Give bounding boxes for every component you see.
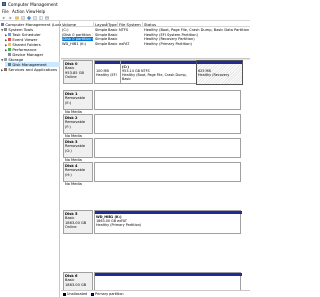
column-header-volume[interactable]: Volume — [61, 21, 94, 27]
disk-info[interactable]: Disk 1 Removable (E:) No Media — [63, 90, 93, 114]
disk-row-4: Disk 4 Removable (H:) No Media — [61, 162, 250, 186]
column-header-file-system[interactable]: File System — [118, 21, 143, 27]
properties-icon[interactable] — [21, 15, 25, 20]
disk-type: Removable (E:) — [65, 96, 86, 105]
disk-row-1: Disk 1 Removable (E:) No Media — [61, 90, 250, 114]
disk-row-5: Disk 5 Basic 1863.00 GB Online WD_HIB1 (… — [61, 210, 250, 236]
disk-info[interactable]: Disk 3 Removable (G:) No Media — [63, 138, 93, 162]
disk-partitions — [94, 162, 241, 182]
computer-icon — [1, 23, 5, 27]
disk-icon — [8, 63, 12, 67]
disk-type: Removable (F:) — [65, 120, 86, 129]
partition-status: Healthy (Recovery — [198, 73, 230, 77]
legend: Unallocated Primary partition — [61, 290, 250, 297]
disk-info[interactable]: Disk 6 Basic 1863.00 GB — [63, 272, 93, 290]
disk-partitions: WD_HIB1 (K:) 1863.00 GB exFAT Healthy (P… — [94, 210, 242, 234]
disk-partitions — [94, 114, 241, 134]
event-icon — [8, 38, 12, 42]
tree-item-services-applications[interactable]: ▶ Services and Applications — [1, 67, 60, 72]
disk-map: Disk 0 Basic 953.85 GB Online 100 MB Hea… — [61, 60, 250, 290]
column-header-layout[interactable]: Layout — [94, 21, 108, 27]
clock-icon — [8, 33, 12, 37]
partition-status: Healthy (Boot, Page File, Crash Dump, Ba… — [122, 73, 187, 82]
disk-info[interactable]: Disk 4 Removable (H:) No Media — [63, 162, 93, 186]
toolbar: ? — [0, 14, 250, 21]
legend-unallocated: Unallocated — [67, 292, 88, 297]
disk-partitions: 100 MB Healthy (EFI (C:) 953.14 GB NTFS … — [94, 60, 242, 85]
show-hide-icon[interactable] — [39, 15, 43, 20]
disk-partitions — [94, 138, 241, 158]
partition-wd-hib1[interactable]: WD_HIB1 (K:) 1863.00 GB exFAT Healthy (P… — [95, 211, 242, 234]
primary-partition-swatch — [91, 293, 94, 296]
help-icon[interactable]: ? — [27, 15, 31, 20]
volume-layout: Simple — [95, 42, 107, 47]
disk-type: Removable (G:) — [65, 144, 86, 153]
disk-row-2: Disk 2 Removable (F:) No Media — [61, 114, 250, 138]
volume-file-system: exFAT — [119, 42, 130, 47]
volume-name: WD_HIB1 (K:) — [62, 42, 87, 47]
partition-efi[interactable]: 100 MB Healthy (EFI — [95, 61, 121, 85]
disk-row-3: Disk 3 Removable (G:) No Media — [61, 138, 250, 162]
disk-partitions — [94, 90, 241, 110]
computer-management-icon — [2, 2, 6, 6]
forward-icon[interactable] — [8, 16, 12, 20]
column-header-type[interactable]: Type — [107, 21, 118, 27]
title-bar: Computer Management — [0, 0, 250, 8]
unallocated-swatch — [63, 293, 66, 296]
disk-info[interactable]: Disk 5 Basic 1863.00 GB Online — [63, 210, 93, 234]
folder-icon — [8, 43, 12, 47]
disk-size: 1863.00 GB — [65, 282, 87, 287]
tools-icon — [4, 28, 8, 32]
disk-status: No Media — [65, 181, 82, 186]
disk-status: Online — [65, 75, 77, 80]
partition-disk6[interactable] — [95, 273, 242, 291]
disk-type: Removable (H:) — [65, 168, 86, 177]
legend-primary-partition: Primary partition — [95, 292, 124, 297]
chart-icon — [8, 48, 12, 52]
partition-status: Healthy (Primary Partition) — [96, 223, 142, 228]
volume-type: Basic — [108, 42, 118, 47]
disk-info[interactable]: Disk 2 Removable (F:) No Media — [63, 114, 93, 138]
settings-icon[interactable] — [45, 15, 49, 20]
disk-status: Online — [65, 225, 77, 230]
partition-c-drive[interactable]: (C:) 953.14 GB NTFS Healthy (Boot, Page … — [121, 61, 197, 85]
services-icon — [4, 68, 8, 72]
window-title: Computer Management — [8, 1, 58, 7]
disk-info[interactable]: Disk 0 Basic 953.85 GB Online — [63, 60, 93, 84]
refresh-icon[interactable] — [33, 15, 37, 20]
volume-row[interactable]: WD_HIB1 (K:) Simple Basic exFAT Healthy … — [61, 42, 250, 47]
disk-row-0: Disk 0 Basic 953.85 GB Online 100 MB Hea… — [61, 60, 250, 86]
partition-cap — [95, 273, 242, 276]
console-tree: Computer Management (Local) ▼ System Tool… — [0, 21, 65, 297]
volume-list-header: Volume Layout Type File System Status — [61, 21, 250, 27]
disk-partitions — [94, 272, 242, 291]
back-icon[interactable] — [2, 16, 6, 20]
column-header-status[interactable]: Status — [143, 22, 250, 27]
tree-item-label: Services and Applications — [8, 67, 58, 72]
partition-recovery[interactable]: 625 MB Healthy (Recovery — [196, 60, 242, 85]
storage-icon — [4, 58, 8, 62]
volume-status: Healthy (Primary Partition) — [144, 42, 192, 47]
device-icon — [8, 53, 12, 57]
computer-management-window: Computer Management File Action View Hel… — [0, 0, 250, 297]
disk-row-6: Disk 6 Basic 1863.00 GB — [61, 272, 250, 290]
up-icon[interactable] — [15, 16, 19, 20]
partition-status: Healthy (EFI — [96, 73, 117, 77]
